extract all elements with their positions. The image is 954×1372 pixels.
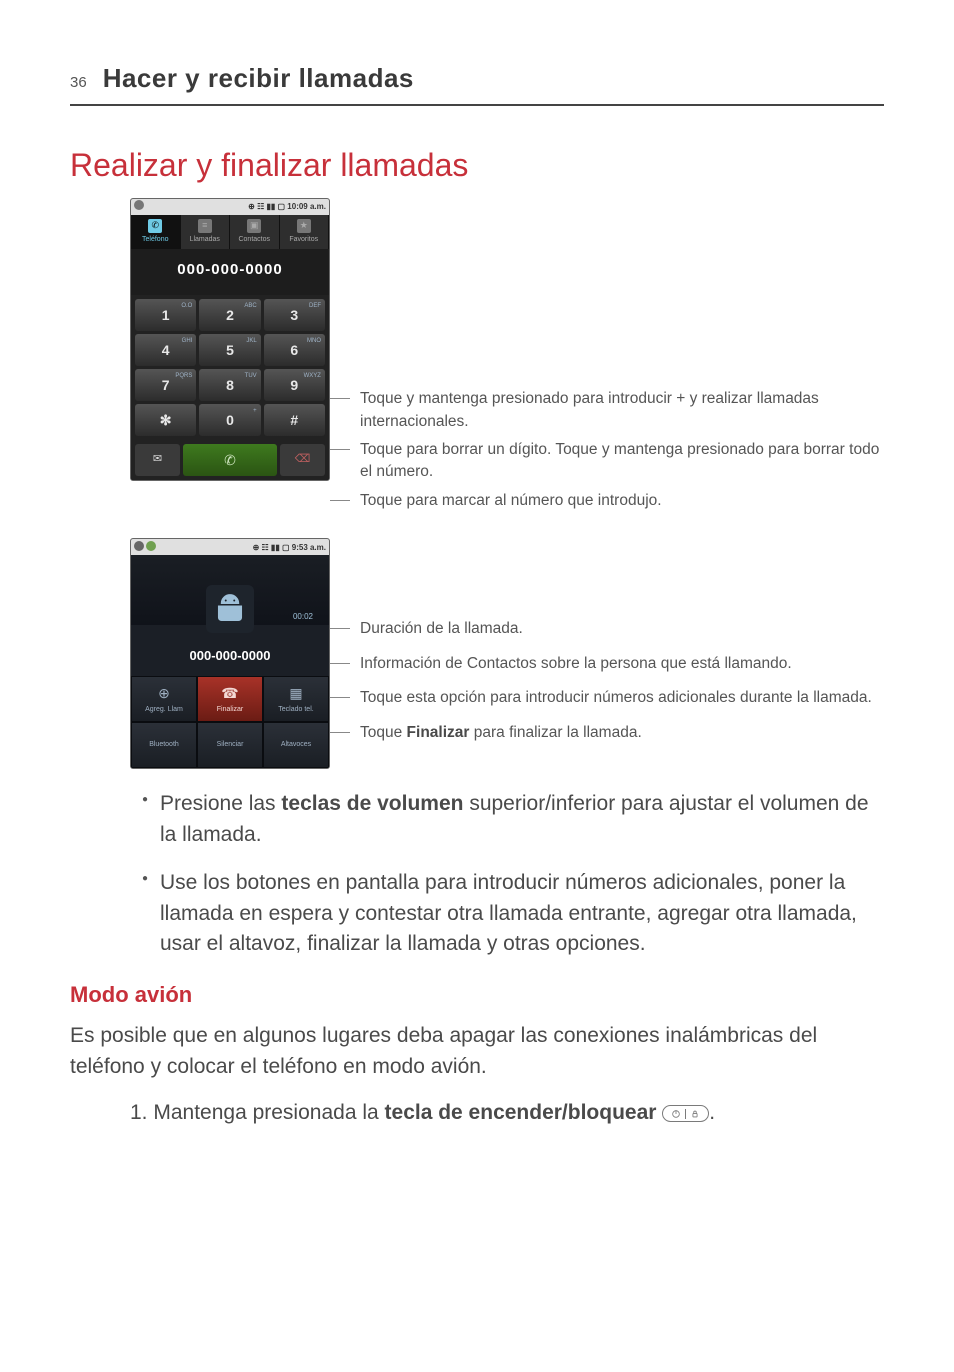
list-item: 1. Mantenga presionada la tecla de encen… [130, 1098, 884, 1128]
bluetooth-button[interactable]: Bluetooth [131, 722, 197, 768]
status-bar: ⊕ ☷ ▮▮ ▢ 10:09 a.m. [131, 199, 329, 215]
call-duration: 00:02 [293, 611, 313, 623]
sentence-period: . [709, 1101, 715, 1124]
keypad: 1O.O 2ABC 3DEF 4GHI 5JKL 6MNO 7PQRS 8TUV… [131, 295, 329, 440]
key-7[interactable]: 7PQRS [135, 369, 196, 401]
power-lock-key-icon [662, 1105, 709, 1122]
page-header-title: Hacer y recibir llamadas [103, 60, 414, 98]
home-icon [134, 200, 144, 210]
delete-button[interactable]: ⌫ [280, 444, 325, 476]
dialed-number: 000-000-0000 [131, 249, 329, 295]
sms-icon: ✉ [153, 452, 162, 468]
dialer-callouts: Toque y mantenga presionado para introdu… [350, 198, 884, 518]
page-header: 36 Hacer y recibir llamadas [70, 60, 884, 106]
hangup-icon: ☎ [221, 683, 238, 703]
phone-icon: ✆ [148, 219, 162, 233]
dialpad-icon: ▦ [289, 683, 302, 703]
incall-buttons-row2: Bluetooth Silenciar Altavoces [131, 722, 329, 768]
end-call-button[interactable]: ☎Finalizar [197, 676, 263, 722]
dialpad-button[interactable]: ▦Teclado tel. [263, 676, 329, 722]
callout-endcall: Toque Finalizar para finalizar la llamad… [350, 722, 884, 744]
dialer-screenshot: ⊕ ☷ ▮▮ ▢ 10:09 a.m. ✆Teléfono ≡Llamadas … [130, 198, 330, 481]
subheading-airplane: Modo avión [70, 979, 884, 1011]
dialer-tabs: ✆Teléfono ≡Llamadas ▣Contactos ★Favorito… [131, 215, 329, 249]
incall-screenshot: ⊕ ☷ ▮▮ ▢ 9:53 a.m. 00:02 000-000-0000 ⊕A… [130, 538, 330, 769]
call-icon: ✆ [224, 450, 236, 470]
key-star[interactable]: ✻ [135, 404, 196, 436]
dialer-bottom-row: ✉ ✆ ⌫ [131, 440, 329, 480]
page-number: 36 [70, 72, 87, 94]
key-0[interactable]: 0+ [199, 404, 260, 436]
section-heading: Realizar y finalizar llamadas [70, 142, 884, 188]
tips-list: Presione las teclas de volumen superior/… [142, 789, 884, 959]
airplane-paragraph: Es posible que en algunos lugares deba a… [70, 1021, 884, 1082]
android-icon [213, 592, 247, 626]
status-time: ⊕ ☷ ▮▮ ▢ 9:53 a.m. [253, 542, 326, 554]
list-item: Presione las teclas de volumen superior/… [142, 789, 884, 850]
list-icon: ≡ [198, 219, 212, 233]
contacts-icon: ▣ [247, 219, 261, 233]
star-icon: ★ [297, 219, 311, 233]
callout-contact-info: Información de Contactos sobre la person… [350, 653, 884, 675]
call-active-icon [146, 541, 156, 551]
key-2[interactable]: 2ABC [199, 299, 260, 331]
key-3[interactable]: 3DEF [264, 299, 325, 331]
tab-llamadas[interactable]: ≡Llamadas [181, 215, 231, 249]
lock-icon [690, 1109, 700, 1119]
key-9[interactable]: 9WXYZ [264, 369, 325, 401]
callout-intl: Toque y mantenga presionado para introdu… [350, 388, 884, 433]
add-call-button[interactable]: ⊕Agreg. Llam [131, 676, 197, 722]
figure-incall: ⊕ ☷ ▮▮ ▢ 9:53 a.m. 00:02 000-000-0000 ⊕A… [130, 538, 884, 769]
power-icon [671, 1109, 681, 1119]
status-time: ⊕ ☷ ▮▮ ▢ 10:09 a.m. [248, 201, 326, 213]
figure-dialer: ⊕ ☷ ▮▮ ▢ 10:09 a.m. ✆Teléfono ≡Llamadas … [130, 198, 884, 518]
key-hash[interactable]: # [264, 404, 325, 436]
incall-callouts: Duración de la llamada. Información de C… [350, 538, 884, 756]
plus-icon: ⊕ [158, 683, 170, 703]
tab-favoritos[interactable]: ★Favoritos [280, 215, 330, 249]
contact-avatar [206, 585, 254, 633]
home-icon [134, 541, 144, 551]
tab-contactos[interactable]: ▣Contactos [230, 215, 280, 249]
key-1[interactable]: 1O.O [135, 299, 196, 331]
callout-dialpad: Toque esta opción para introducir número… [350, 687, 884, 709]
airplane-steps: 1. Mantenga presionada la tecla de encen… [130, 1098, 884, 1128]
callout-duration: Duración de la llamada. [350, 618, 884, 640]
backspace-icon: ⌫ [295, 452, 311, 468]
sms-button[interactable]: ✉ [135, 444, 180, 476]
incall-buttons-row1: ⊕Agreg. Llam ☎Finalizar ▦Teclado tel. [131, 676, 329, 722]
key-5[interactable]: 5JKL [199, 334, 260, 366]
speaker-button[interactable]: Altavoces [263, 722, 329, 768]
callout-dial: Toque para marcar al número que introduj… [350, 490, 884, 512]
callout-delete: Toque para borrar un dígito. Toque y man… [350, 439, 884, 484]
incall-top: 00:02 [131, 555, 329, 625]
key-4[interactable]: 4GHI [135, 334, 196, 366]
mute-button[interactable]: Silenciar [197, 722, 263, 768]
tab-telefono[interactable]: ✆Teléfono [131, 215, 181, 249]
call-button[interactable]: ✆ [183, 444, 277, 476]
list-item: Use los botones en pantalla para introdu… [142, 868, 884, 959]
key-6[interactable]: 6MNO [264, 334, 325, 366]
key-8[interactable]: 8TUV [199, 369, 260, 401]
status-bar: ⊕ ☷ ▮▮ ▢ 9:53 a.m. [131, 539, 329, 555]
